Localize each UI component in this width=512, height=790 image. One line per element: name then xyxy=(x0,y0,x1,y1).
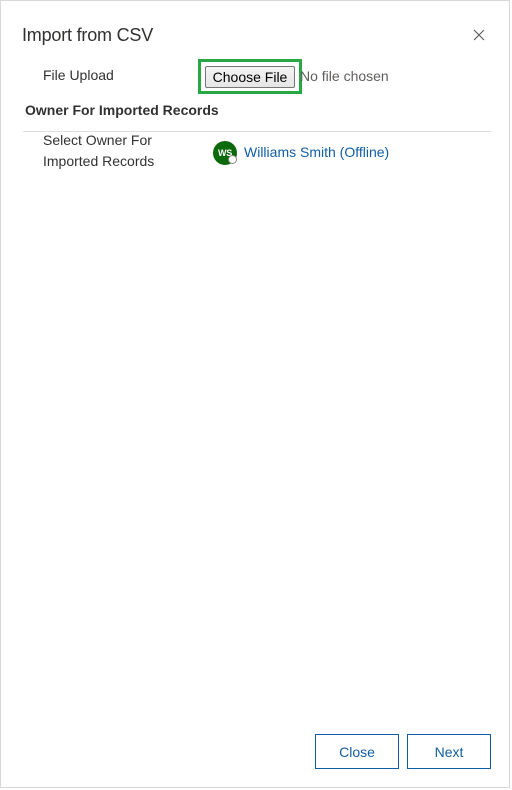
select-owner-label: Select Owner For Imported Records xyxy=(43,132,155,169)
close-icon[interactable] xyxy=(471,27,487,43)
file-upload-highlight: Choose File xyxy=(198,59,302,94)
file-status-text: No file chosen xyxy=(300,68,389,84)
owner-section-heading: Owner For Imported Records xyxy=(25,102,219,118)
close-button[interactable]: Close xyxy=(315,734,399,769)
offline-presence-icon xyxy=(228,155,237,164)
next-button[interactable]: Next xyxy=(407,734,491,769)
owner-link[interactable]: Williams Smith (Offline) xyxy=(244,144,389,160)
dialog-title: Import from CSV xyxy=(22,25,154,45)
choose-file-button[interactable]: Choose File xyxy=(205,66,295,88)
file-upload-label: File Upload xyxy=(43,67,114,83)
import-csv-dialog: Import from CSV File Upload Choose File … xyxy=(0,0,510,788)
